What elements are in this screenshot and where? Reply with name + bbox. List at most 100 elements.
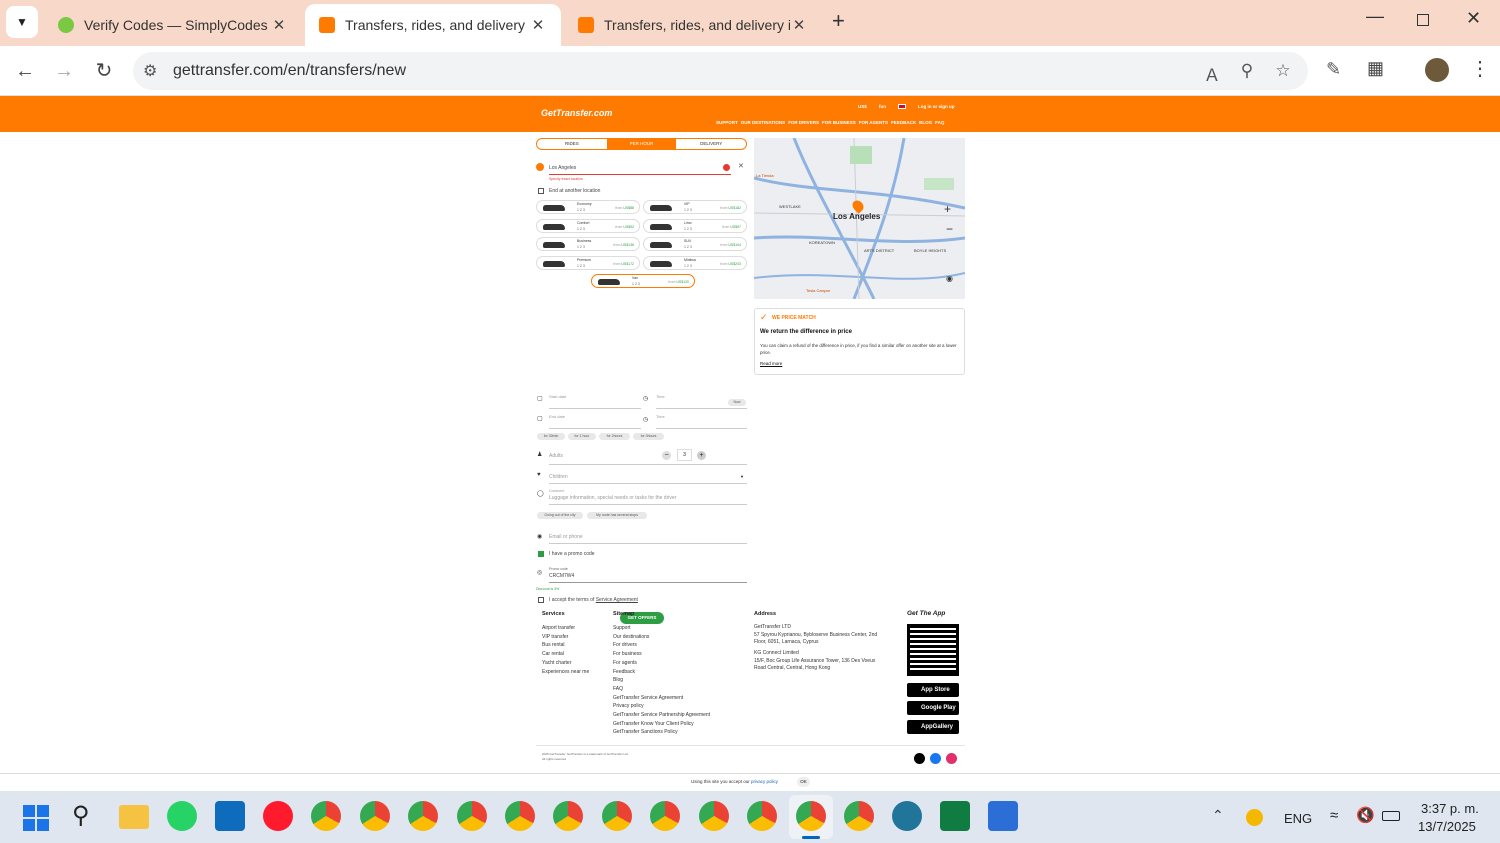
comment-field[interactable]: Luggage information, special needs or ta… [549,495,676,501]
children-select[interactable]: Children [549,474,568,480]
search-icon[interactable]: ⚲ [72,801,90,830]
footer-sitemap-link[interactable]: GetTransfer Service Agreement [613,694,710,703]
footer-sitemap-link[interactable]: Support [613,624,710,633]
chrome-icon[interactable] [747,801,777,831]
outlook-icon[interactable] [215,801,245,831]
chrome-icon[interactable] [311,801,341,831]
footer-service-link[interactable]: Experiences near me [542,668,589,677]
zoom-in-button[interactable]: + [944,202,951,216]
wordpress-icon[interactable] [892,801,922,831]
facebook-icon[interactable] [930,753,941,764]
volume-muted-icon[interactable]: 🔇 [1356,806,1375,824]
map[interactable]: Los Angeles La Tienda WESTLAKE KOREATOWN… [754,138,965,299]
chrome-icon[interactable] [602,801,632,831]
footer-sitemap-link[interactable]: GetTransfer Know Your Client Policy [613,720,710,729]
chrome-icon[interactable] [360,801,390,831]
close-icon[interactable]: ✕ [790,16,808,34]
footer-sitemap-link[interactable]: GetTransfer Sanctions Policy [613,728,710,737]
clear-location-icon[interactable]: ✕ [738,162,744,170]
footer-service-link[interactable]: VIP transfer [542,633,589,642]
footer-sitemap-link[interactable]: FAQ [613,685,710,694]
zoom-icon[interactable]: ⚲ [1236,61,1258,81]
footer-sitemap-link[interactable]: Feedback [613,668,710,677]
nav-support[interactable]: SUPPORT [716,120,738,125]
battery-icon[interactable] [1382,811,1400,821]
promo-code-input[interactable]: CRCM7W4 [549,573,574,579]
nav-feedback[interactable]: FEEDBACK [891,120,916,125]
tab-simplycodes[interactable]: Verify Codes — SimplyCodes ✕ [44,4,302,46]
language-indicator[interactable]: ENG [1284,811,1312,826]
start-date-field[interactable]: Start date [549,394,566,399]
email-phone-field[interactable]: Email or phone [549,534,583,540]
nav-business[interactable]: FOR BUSINESS [822,120,856,125]
tab-gettransfer-active[interactable]: Transfers, rides, and delivery in ✕ [305,4,561,46]
service-agreement-link[interactable]: Service Agreement [596,597,638,603]
vehicle-option[interactable]: Premium 1 2 3 from US$172 [536,255,640,270]
chrome-icon[interactable] [553,801,583,831]
privacy-policy-link[interactable]: privacy policy [751,779,778,784]
chrome-icon[interactable] [408,801,438,831]
vehicle-option[interactable]: Minibus 1 2 3 from US$203 [643,255,747,270]
vehicle-option[interactable]: Van 1 2 3 from US$120 [591,274,695,288]
location-field[interactable]: Los Angeles [549,165,576,171]
vehicle-option[interactable]: Economy 1 2 3 from US$88 [536,200,640,214]
end-date-field[interactable]: End date [549,414,565,419]
opera-icon[interactable] [263,801,293,831]
appgallery-badge[interactable]: AppGallery [907,720,959,734]
footer-sitemap-link[interactable]: For business [613,650,710,659]
translate-icon[interactable]: Ａ [1201,61,1223,86]
footer-sitemap-link[interactable]: Privacy policy [613,702,710,711]
address-bar[interactable]: ⚙ gettransfer.com/en/transfers/new Ａ ⚲ ☆ [133,52,1308,90]
nav-drivers[interactable]: FOR DRIVERS [788,120,819,125]
end-time-field[interactable]: Time [656,414,665,419]
footer-sitemap-link[interactable]: For agents [613,659,710,668]
duration-1hour[interactable]: for 1 hour [568,433,596,440]
footer-service-link[interactable]: Yacht charter [542,659,589,668]
tray-app-icon[interactable] [1246,809,1263,826]
reload-button[interactable]: ↻ [91,58,117,84]
chrome-icon[interactable] [457,801,487,831]
footer-sitemap-link[interactable]: Blog [613,676,710,685]
site-info-icon[interactable]: ⚙ [143,61,157,81]
vehicle-option[interactable]: Business 1 2 3 from US$136 [536,237,640,251]
bookmark-star-icon[interactable]: ☆ [1272,61,1294,81]
chrome-icon[interactable] [699,801,729,831]
restore-button[interactable] [1417,14,1429,26]
whatsapp-icon[interactable] [167,801,197,831]
chip-out-of-city[interactable]: Going out of the city [537,512,583,519]
file-explorer-icon[interactable] [119,805,149,829]
back-button[interactable]: ← [12,58,38,84]
chevron-down-icon[interactable]: ▼ [740,474,744,479]
mode-delivery[interactable]: DELIVERY [676,139,746,149]
close-icon[interactable]: ✕ [529,16,547,34]
chip-several-stops[interactable]: My route has several stops [587,512,647,519]
promo-checkbox[interactable] [538,551,544,557]
chrome-icon[interactable] [796,801,826,831]
chrome-icon[interactable] [650,801,680,831]
footer-service-link[interactable]: Car rental [542,650,589,659]
zoom-out-button[interactable]: − [946,222,953,236]
chevron-up-icon[interactable]: ⌃ [1212,807,1224,824]
footer-sitemap-link[interactable]: For drivers [613,641,710,650]
extensions-icon[interactable]: ▦ [1367,58,1384,79]
plus-button[interactable]: + [697,451,706,460]
nav-blog[interactable]: BLOG [919,120,932,125]
terms-checkbox[interactable] [538,597,544,603]
language-link[interactable]: fun [879,104,886,109]
google-play-badge[interactable]: Google Play [907,701,959,715]
vehicle-option[interactable]: Comfort 1 2 3 from US$92 [536,218,640,233]
footer-sitemap-link[interactable]: GetTransfer Service Partnership Agreemen… [613,711,710,720]
chrome-icon[interactable] [844,801,874,831]
duration-30min[interactable]: for 30min [537,433,565,440]
close-window-button[interactable]: ✕ [1466,8,1481,29]
site-logo[interactable]: GetTransfer.com [541,108,612,118]
adults-count[interactable]: 3 [677,449,692,461]
minimize-button[interactable]: — [1366,6,1384,27]
uk-flag-icon[interactable] [898,104,906,109]
clock-time[interactable]: 3:37 p. m. [1421,801,1479,816]
nav-faq[interactable]: FAQ [935,120,944,125]
clock-date[interactable]: 13/7/2025 [1418,819,1476,834]
more-menu-icon[interactable]: ⋮ [1470,56,1490,81]
new-tab-button[interactable]: + [832,8,845,34]
windows-start-icon[interactable] [23,805,49,831]
